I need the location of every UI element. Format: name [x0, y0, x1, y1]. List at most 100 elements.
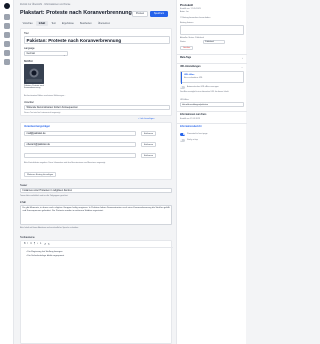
- tab-text[interactable]: Text: [49, 21, 59, 26]
- bullet-list-icon[interactable]: •: [37, 243, 38, 246]
- rich-text-editor[interactable]: B I U ¶ • 1. ↺ ↻ • Die Regierung hat Ste…: [20, 240, 173, 344]
- titel-label: Titel: [24, 32, 29, 35]
- tab-vorschau[interactable]: Vorschau: [20, 21, 35, 26]
- url-settings-toggle[interactable]: URL-Einstellungen: [180, 66, 201, 68]
- url-auto-toggle[interactable]: [180, 86, 185, 89]
- preview-button[interactable]: Preview: [132, 11, 148, 17]
- url-alias-value: /aktuelle-meldungen/pakistan: [182, 104, 209, 106]
- meta-tags-toggle[interactable]: Meta-Tags: [180, 57, 191, 59]
- people-icon[interactable]: [4, 59, 10, 65]
- config-icon[interactable]: [4, 50, 10, 56]
- url-alias-input[interactable]: /aktuelle-meldungen/pakistan: [180, 102, 244, 107]
- tab-uebersetzen[interactable]: Übersetzen: [95, 21, 112, 26]
- status-section: Aktueller Status: Published: [180, 37, 204, 39]
- contact-input-1[interactable]: mail@pakistan.de: [24, 131, 136, 136]
- remove-contact-button-1[interactable]: Entfernen: [141, 131, 157, 136]
- checkbox-highlight[interactable]: ☐ Beitrag besonders hervorheben: [180, 17, 210, 19]
- numbered-list-icon[interactable]: 1.: [40, 243, 42, 246]
- image-placeholder-icon: [24, 64, 44, 84]
- pin-label: Beitrag fixieren: [180, 22, 194, 24]
- chevron-down-icon: ⌄: [63, 52, 66, 57]
- body-label: Inhalt: [20, 201, 26, 204]
- main-content: Zurück zur Übersicht · Informationen und…: [16, 0, 173, 344]
- url-auto-label: Automatischen URL-Alias erzeugen: [187, 86, 219, 88]
- structure-icon[interactable]: [4, 23, 10, 29]
- teaser-input[interactable]: Instances unter Protesten in religiösen …: [20, 188, 172, 193]
- url-card-title: URL-Alias: [184, 73, 195, 76]
- tab-bearbeiten[interactable]: Bearbeiten: [77, 21, 94, 26]
- underline-icon[interactable]: U: [30, 243, 32, 246]
- undo-icon[interactable]: ↺: [44, 243, 46, 246]
- language-select[interactable]: German ⌄: [24, 51, 68, 57]
- chevron-down-icon[interactable]: ⌄: [241, 66, 243, 69]
- pin-textarea[interactable]: [180, 25, 244, 35]
- language-label: Language: [24, 47, 35, 50]
- add-link-button[interactable]: + Link hinzufügen: [138, 118, 154, 120]
- url-note: Der Alias ermöglicht eine alternative UR…: [180, 91, 229, 93]
- extend-icon[interactable]: [4, 41, 10, 47]
- image-label: Bild/Bild: [24, 60, 33, 63]
- tab-inhalt[interactable]: Inhalt: [36, 21, 48, 27]
- teaser-label: Teaser: [20, 184, 28, 187]
- editor-bullet-1: • Die Regierung hat Stellung bezogen: [26, 251, 63, 253]
- body-text: Es gibt Momente, in denen auch religiöse…: [22, 207, 170, 212]
- subtitle-hint: Dieser Text wird im Listenansicht angeze…: [24, 112, 61, 114]
- breadcrumb[interactable]: Zurück zur Übersicht · Informationen und…: [20, 3, 70, 6]
- remove-contact-button-3[interactable]: Entfernen: [141, 153, 157, 158]
- remove-contact-button-2[interactable]: Entfernen: [141, 142, 157, 147]
- sticky-toggle[interactable]: [180, 139, 185, 142]
- bold-icon[interactable]: B: [24, 243, 26, 246]
- redo-icon[interactable]: ↻: [48, 243, 50, 246]
- icon-rail: [0, 0, 14, 344]
- tab-ergebnisse[interactable]: Ergebnisse: [59, 21, 76, 26]
- contacts-section-title[interactable]: Verantwortungsträger: [24, 125, 50, 128]
- appearance-icon[interactable]: [4, 32, 10, 38]
- image-hint: Bei bestimmten Bildern erscheinen Erklär…: [24, 95, 66, 97]
- body-textarea[interactable]: Es gibt Momente, in denen auch religiöse…: [20, 205, 172, 225]
- contacts-card: Verantwortungsträger mail@pakistan.de En…: [20, 122, 172, 180]
- editor-toolbar: B I U ¶ • 1. ↺ ↻: [24, 243, 50, 246]
- sitemap-toggle[interactable]: Informationsbericht: [180, 126, 202, 128]
- save-button[interactable]: Speichern: [150, 11, 168, 17]
- image-caption: Pakistan: Proteste nach Koranverbren-nun…: [24, 85, 44, 90]
- url-alias-label: URL Alias: [180, 99, 189, 101]
- checkbox-highlight-label: Beitrag besonders hervorheben: [182, 17, 211, 19]
- subtitle-input[interactable]: Wütende Demonstranten fordern Konsequenz…: [24, 105, 170, 110]
- page-title: Plakstart: Proteste nach Koranverbrennun…: [20, 10, 132, 16]
- editor-label: Textbausteine: [20, 236, 35, 239]
- settings-sidebar: Protokoll Erstellt am: 17.05.2023 Autor:…: [176, 0, 247, 344]
- logo-icon[interactable]: [4, 3, 10, 9]
- contacts-hint: Bitte Kontaktdaten angeben. Diese Inform…: [24, 162, 106, 164]
- chevron-right-icon[interactable]: ›: [242, 57, 243, 60]
- status-field-label: Status: [180, 41, 186, 43]
- author-label: Autor: Lar: [180, 11, 189, 13]
- language-value: German: [26, 52, 36, 55]
- subtitle-label: Untertitel: [24, 101, 34, 104]
- created-label: Erstellt am: 17.05.2023: [180, 8, 201, 10]
- promote-label: Promoted to front page: [187, 133, 208, 135]
- url-alias-card: URL-Alias Eine vorhandene URL: [180, 71, 244, 84]
- article-image[interactable]: [24, 64, 44, 84]
- status-value: Published: [205, 41, 214, 44]
- sticky-label: Sticky at top: [187, 139, 198, 141]
- teaser-hint: Teaser bitte ausführlich und an alle Zie…: [20, 195, 69, 197]
- contact-input-3[interactable]: [24, 153, 136, 158]
- editor-bullet-2: • Die Sicherheitslage bleibt angespannt: [26, 255, 65, 257]
- info-date: Erstellt am 17.05.2023: [180, 118, 201, 120]
- url-card-text: Eine vorhandene URL: [184, 77, 203, 79]
- bullet-text-2: Die Sicherheitslage bleibt angespannt: [27, 255, 65, 257]
- content-icon[interactable]: [4, 14, 10, 20]
- promote-toggle[interactable]: [180, 133, 185, 136]
- status-select[interactable]: Published: [203, 40, 225, 44]
- info-toggle[interactable]: Informationen zum Kurs: [180, 114, 206, 116]
- paragraph-icon[interactable]: ¶: [34, 243, 35, 246]
- contact-input-2[interactable]: oberamt@pakistan.de: [24, 142, 136, 147]
- italic-icon[interactable]: I: [28, 243, 29, 246]
- sidebar-title: Protokoll: [180, 3, 194, 7]
- basic-card: Titel Pakistan: Proteste nach Koranverbr…: [20, 28, 172, 116]
- add-contact-button[interactable]: Weiteren Eintrag hinzufügen: [24, 172, 57, 177]
- delete-button[interactable]: Löschen: [180, 46, 194, 50]
- tab-bar: Vorschau Inhalt Text Ergebnisse Bearbeit…: [20, 21, 113, 27]
- accent-bar: [181, 72, 182, 84]
- titel-input[interactable]: Pakistan: Proteste nach Koranverbrennung: [24, 36, 170, 44]
